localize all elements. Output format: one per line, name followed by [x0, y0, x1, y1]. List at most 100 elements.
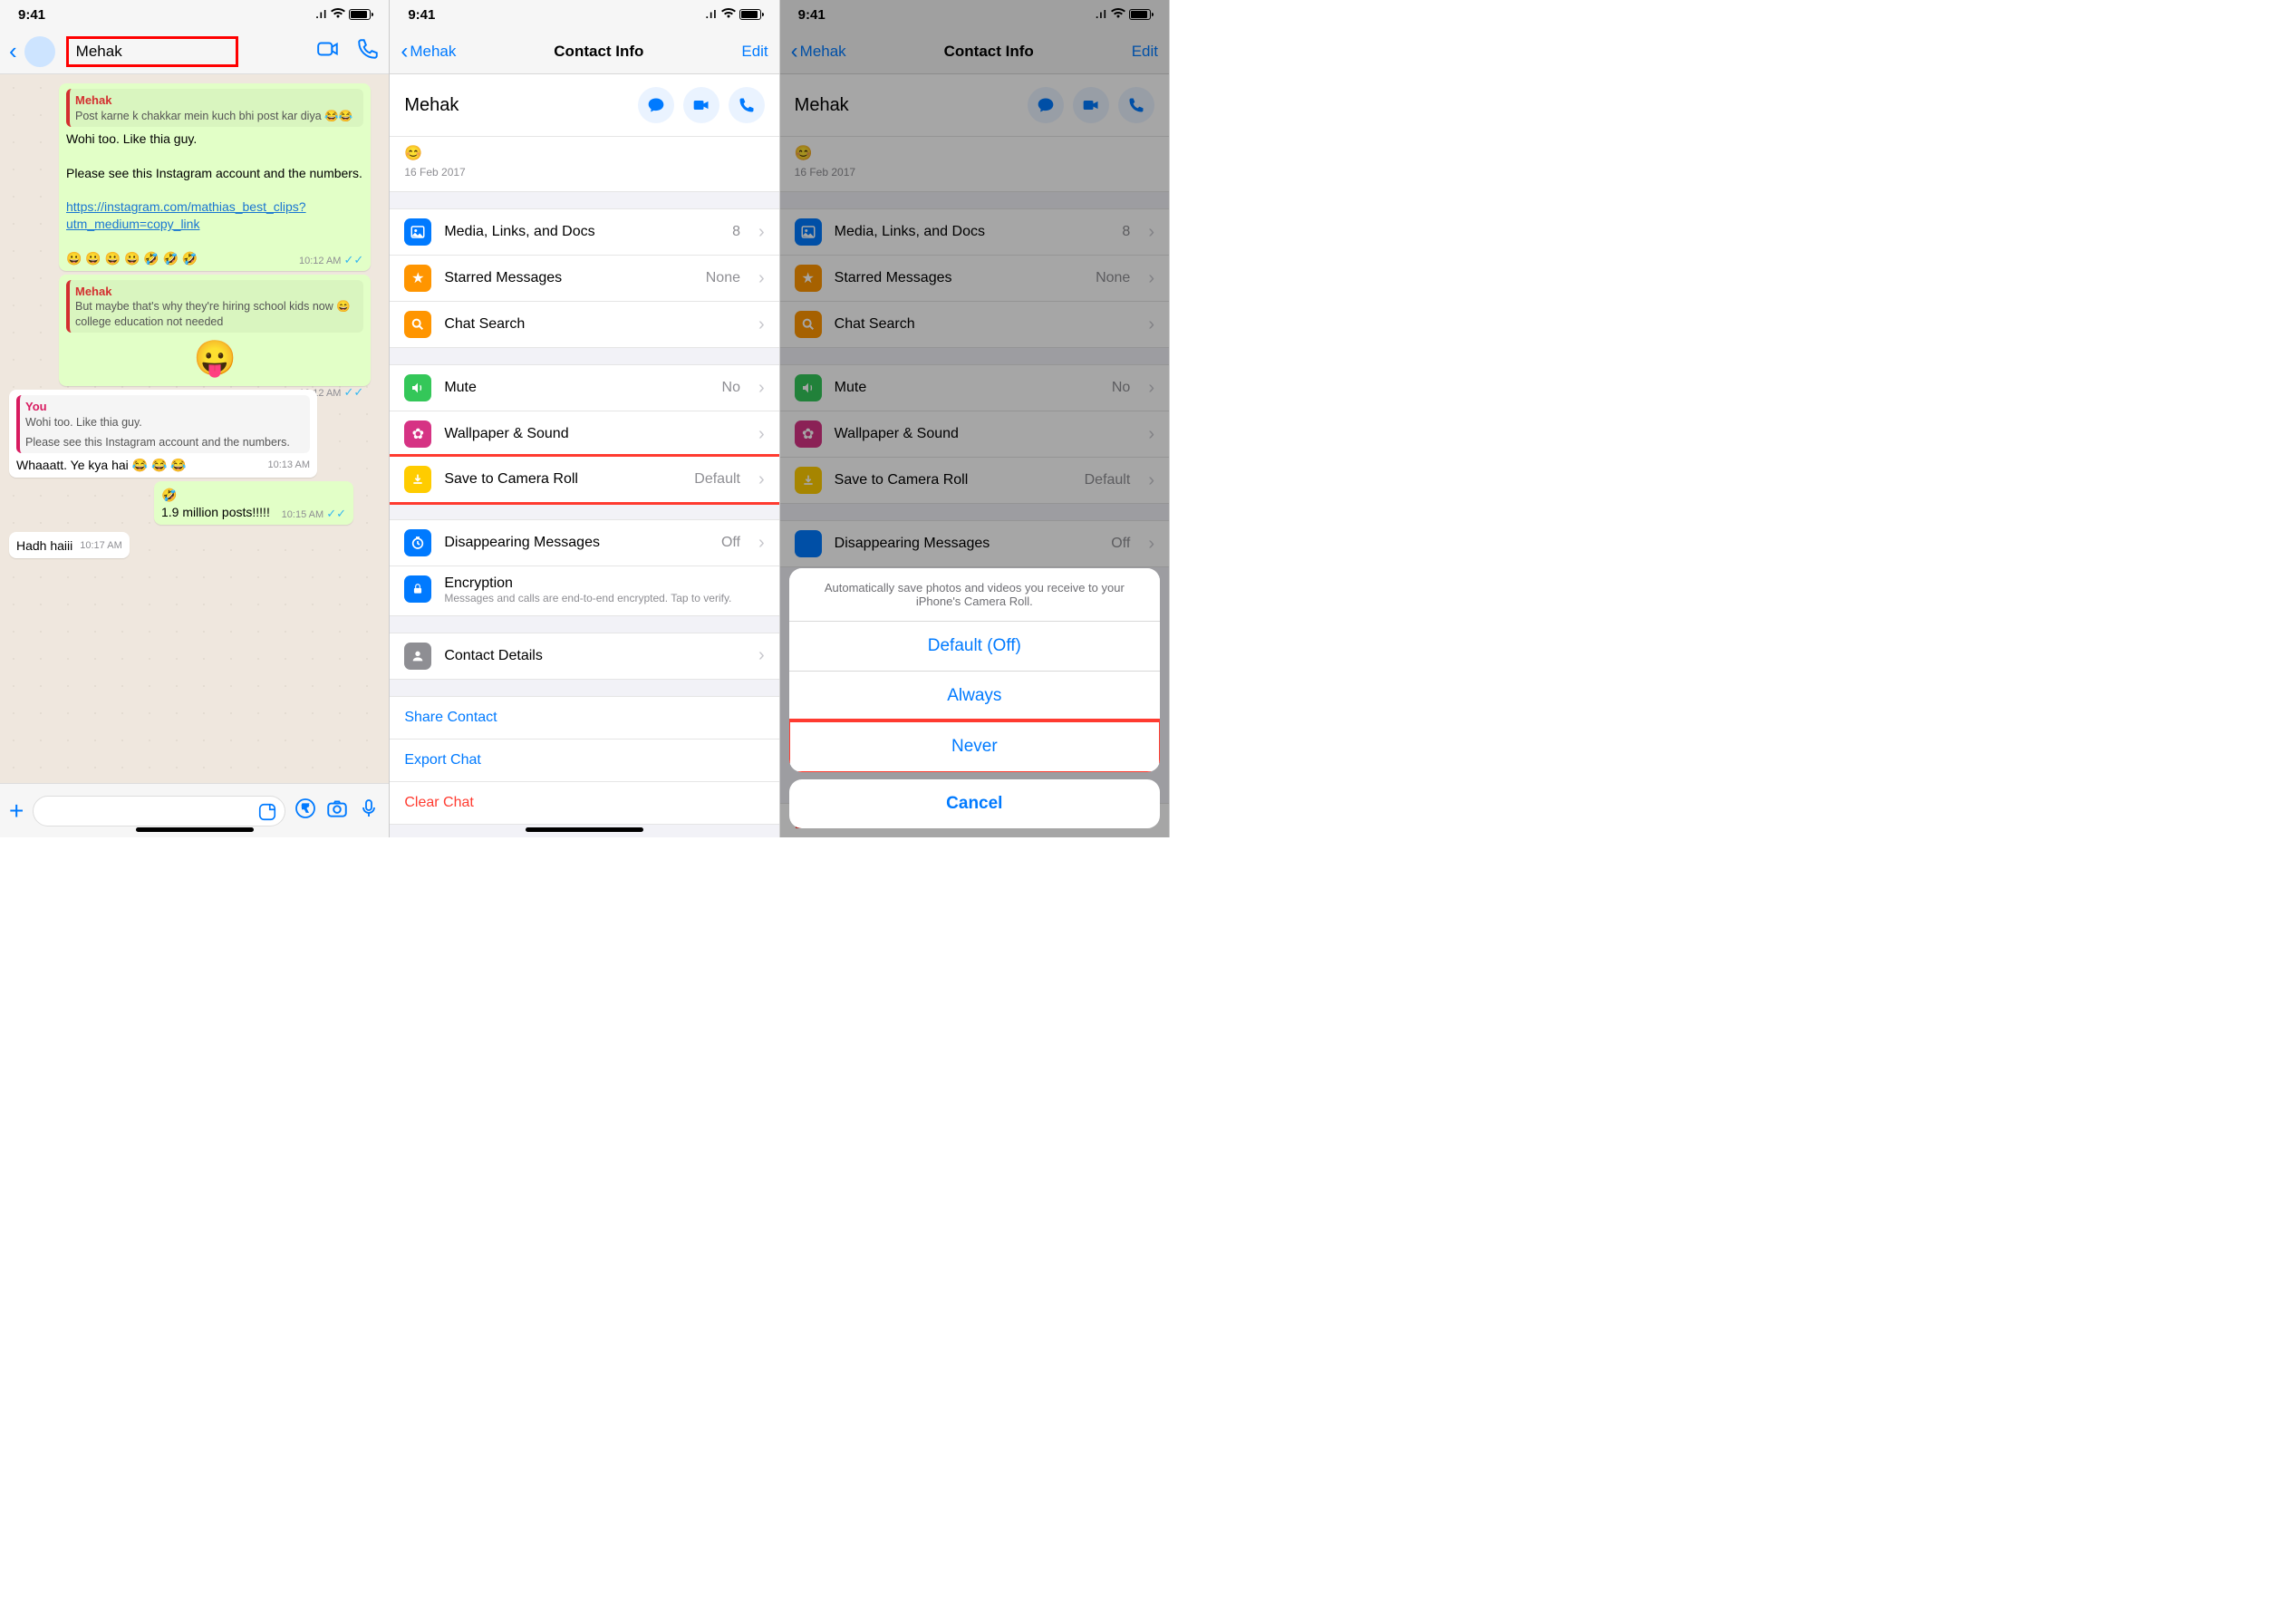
signal-icon: .ıl [315, 8, 327, 21]
media-group: Media, Links, and Docs 8 › ★ Starred Mes… [390, 208, 778, 348]
reply-text: Post karne k chakkar mein kuch bhi post … [75, 109, 358, 123]
reply-name: You [25, 399, 304, 415]
reply-strip: Mehak Post karne k chakkar mein kuch bhi… [66, 89, 363, 127]
status-time: 9:41 [408, 7, 435, 23]
timestamp: 10:17 AM [80, 539, 121, 553]
message-text: Wohi too. Like thia guy. [66, 130, 363, 148]
lock-icon [404, 575, 431, 603]
row-value: Off [721, 535, 740, 551]
message-icon[interactable] [638, 87, 674, 123]
sticker-icon[interactable] [257, 802, 277, 826]
save-highlight: Save to Camera Roll Default › [390, 454, 779, 505]
payment-icon[interactable]: ₹ [294, 798, 316, 824]
wifi-icon [721, 7, 736, 23]
action-sheet: Automatically save photos and videos you… [789, 568, 1160, 828]
message-text: 1.9 million posts!!!!! [161, 505, 270, 519]
chat-screen: 9:41 .ıl ‹ Mehak Mehak Post karne [0, 0, 390, 837]
chevron-icon: › [758, 222, 765, 243]
emoji-big: 😛 [66, 336, 363, 382]
settings-group: Mute No › ✿ Wallpaper & Sound › Save to … [390, 364, 778, 503]
message-out[interactable]: Mehak Post karne k chakkar mein kuch bhi… [59, 83, 371, 271]
wallpaper-row[interactable]: ✿ Wallpaper & Sound › [390, 411, 778, 457]
share-contact-button[interactable]: Share Contact [390, 696, 778, 739]
contact-info-header: ‹Mehak Contact Info Edit [390, 29, 778, 74]
read-tick-icon: ✓✓ [344, 253, 364, 266]
camera-icon[interactable] [325, 797, 349, 825]
chevron-icon: › [758, 314, 765, 335]
save-row[interactable]: Save to Camera Roll Default › [390, 457, 778, 502]
timer-icon [404, 529, 431, 556]
reply-text: Please see this Instagram account and th… [25, 435, 304, 450]
status-right: .ıl [706, 7, 761, 23]
chevron-icon: › [758, 533, 765, 554]
back-button[interactable]: ‹Mehak [401, 39, 456, 64]
row-value: No [722, 380, 740, 396]
row-label: Save to Camera Roll [444, 471, 681, 488]
message-input[interactable] [33, 796, 285, 826]
home-indicator[interactable] [526, 827, 643, 832]
timestamp: 10:15 AM ✓✓ [282, 506, 346, 522]
chat-header: ‹ Mehak [0, 29, 389, 74]
starred-row[interactable]: ★ Starred Messages None › [390, 255, 778, 301]
search-icon [404, 311, 431, 338]
download-icon [404, 466, 431, 493]
voice-call-icon[interactable] [356, 37, 380, 65]
attach-icon[interactable]: + [9, 797, 24, 826]
status-row[interactable]: 😊 16 Feb 2017 [390, 137, 778, 192]
mute-row[interactable]: Mute No › [390, 365, 778, 411]
privacy-group: Disappearing Messages Off › Encryption M… [390, 519, 778, 616]
encryption-row[interactable]: Encryption Messages and calls are end-to… [390, 566, 778, 615]
phone-icon[interactable] [729, 87, 765, 123]
video-icon[interactable] [683, 87, 719, 123]
option-default[interactable]: Default (Off) [789, 622, 1160, 672]
avatar[interactable] [24, 36, 55, 67]
search-row[interactable]: Chat Search › [390, 301, 778, 347]
emoji-row: 🤣 [161, 487, 346, 504]
person-icon [404, 643, 431, 670]
chevron-icon: › [758, 645, 765, 666]
media-row[interactable]: Media, Links, and Docs 8 › [390, 209, 778, 255]
option-always[interactable]: Always [789, 672, 1160, 721]
message-out[interactable]: 🤣 1.9 million posts!!!!! 10:15 AM ✓✓ [154, 481, 353, 525]
link[interactable]: https://instagram.com/mathias_best_clips… [66, 199, 306, 231]
row-label: Wallpaper & Sound [444, 426, 740, 442]
status-time: 9:41 [18, 7, 45, 23]
photo-icon [404, 218, 431, 246]
contact-name: Mehak [404, 95, 637, 116]
export-chat-button[interactable]: Export Chat [390, 739, 778, 781]
contact-name-highlight[interactable]: Mehak [66, 36, 238, 67]
sheet-message: Automatically save photos and videos you… [789, 568, 1160, 622]
chevron-icon: › [758, 378, 765, 399]
status-date: 16 Feb 2017 [404, 166, 764, 179]
contact-info-screen: 9:41 .ıl ‹Mehak Contact Info Edit Mehak … [390, 0, 779, 837]
chevron-icon: › [758, 469, 765, 490]
message-text: Hadh haiii [16, 538, 72, 553]
video-call-icon[interactable] [316, 37, 340, 65]
details-row[interactable]: Contact Details › [390, 633, 778, 679]
option-never[interactable]: Never [789, 719, 1160, 772]
chat-body[interactable]: Mehak Post karne k chakkar mein kuch bhi… [0, 74, 389, 772]
edit-button[interactable]: Edit [741, 43, 768, 61]
contact-name: Mehak [76, 43, 122, 60]
message-in[interactable]: You Wohi too. Like thia guy. Please see … [9, 390, 317, 478]
row-value: None [706, 270, 740, 286]
back-button[interactable]: ‹ [9, 37, 17, 65]
timestamp: 10:13 AM [268, 459, 310, 472]
action-sheet-screen: 9:41 .ıl ‹Mehak Contact Info Edit Mehak … [780, 0, 1170, 837]
reply-text: Wohi too. Like thia guy. [25, 415, 304, 430]
message-out[interactable]: Mehak But maybe that's why they're hirin… [59, 275, 371, 386]
mic-icon[interactable] [358, 798, 380, 824]
reply-strip: You Wohi too. Like thia guy. Please see … [16, 395, 310, 453]
home-indicator[interactable] [136, 827, 254, 832]
read-tick-icon: ✓✓ [326, 507, 346, 520]
disappearing-row[interactable]: Disappearing Messages Off › [390, 520, 778, 566]
timestamp: 10:12 AM ✓✓ [299, 252, 363, 268]
message-in[interactable]: Hadh haiii 10:17 AM [9, 532, 130, 558]
row-label: Starred Messages [444, 270, 692, 286]
clear-chat-button[interactable]: Clear Chat [390, 781, 778, 825]
status-emoji: 😊 [404, 144, 764, 162]
row-value: 8 [732, 224, 740, 240]
emoji-row: 😀 😀 😀 😀 🤣 🤣 🤣 [66, 251, 198, 266]
cancel-button[interactable]: Cancel [789, 779, 1160, 828]
message-text: Whaaatt. Ye kya hai 😂 😂 😂 [16, 458, 187, 472]
